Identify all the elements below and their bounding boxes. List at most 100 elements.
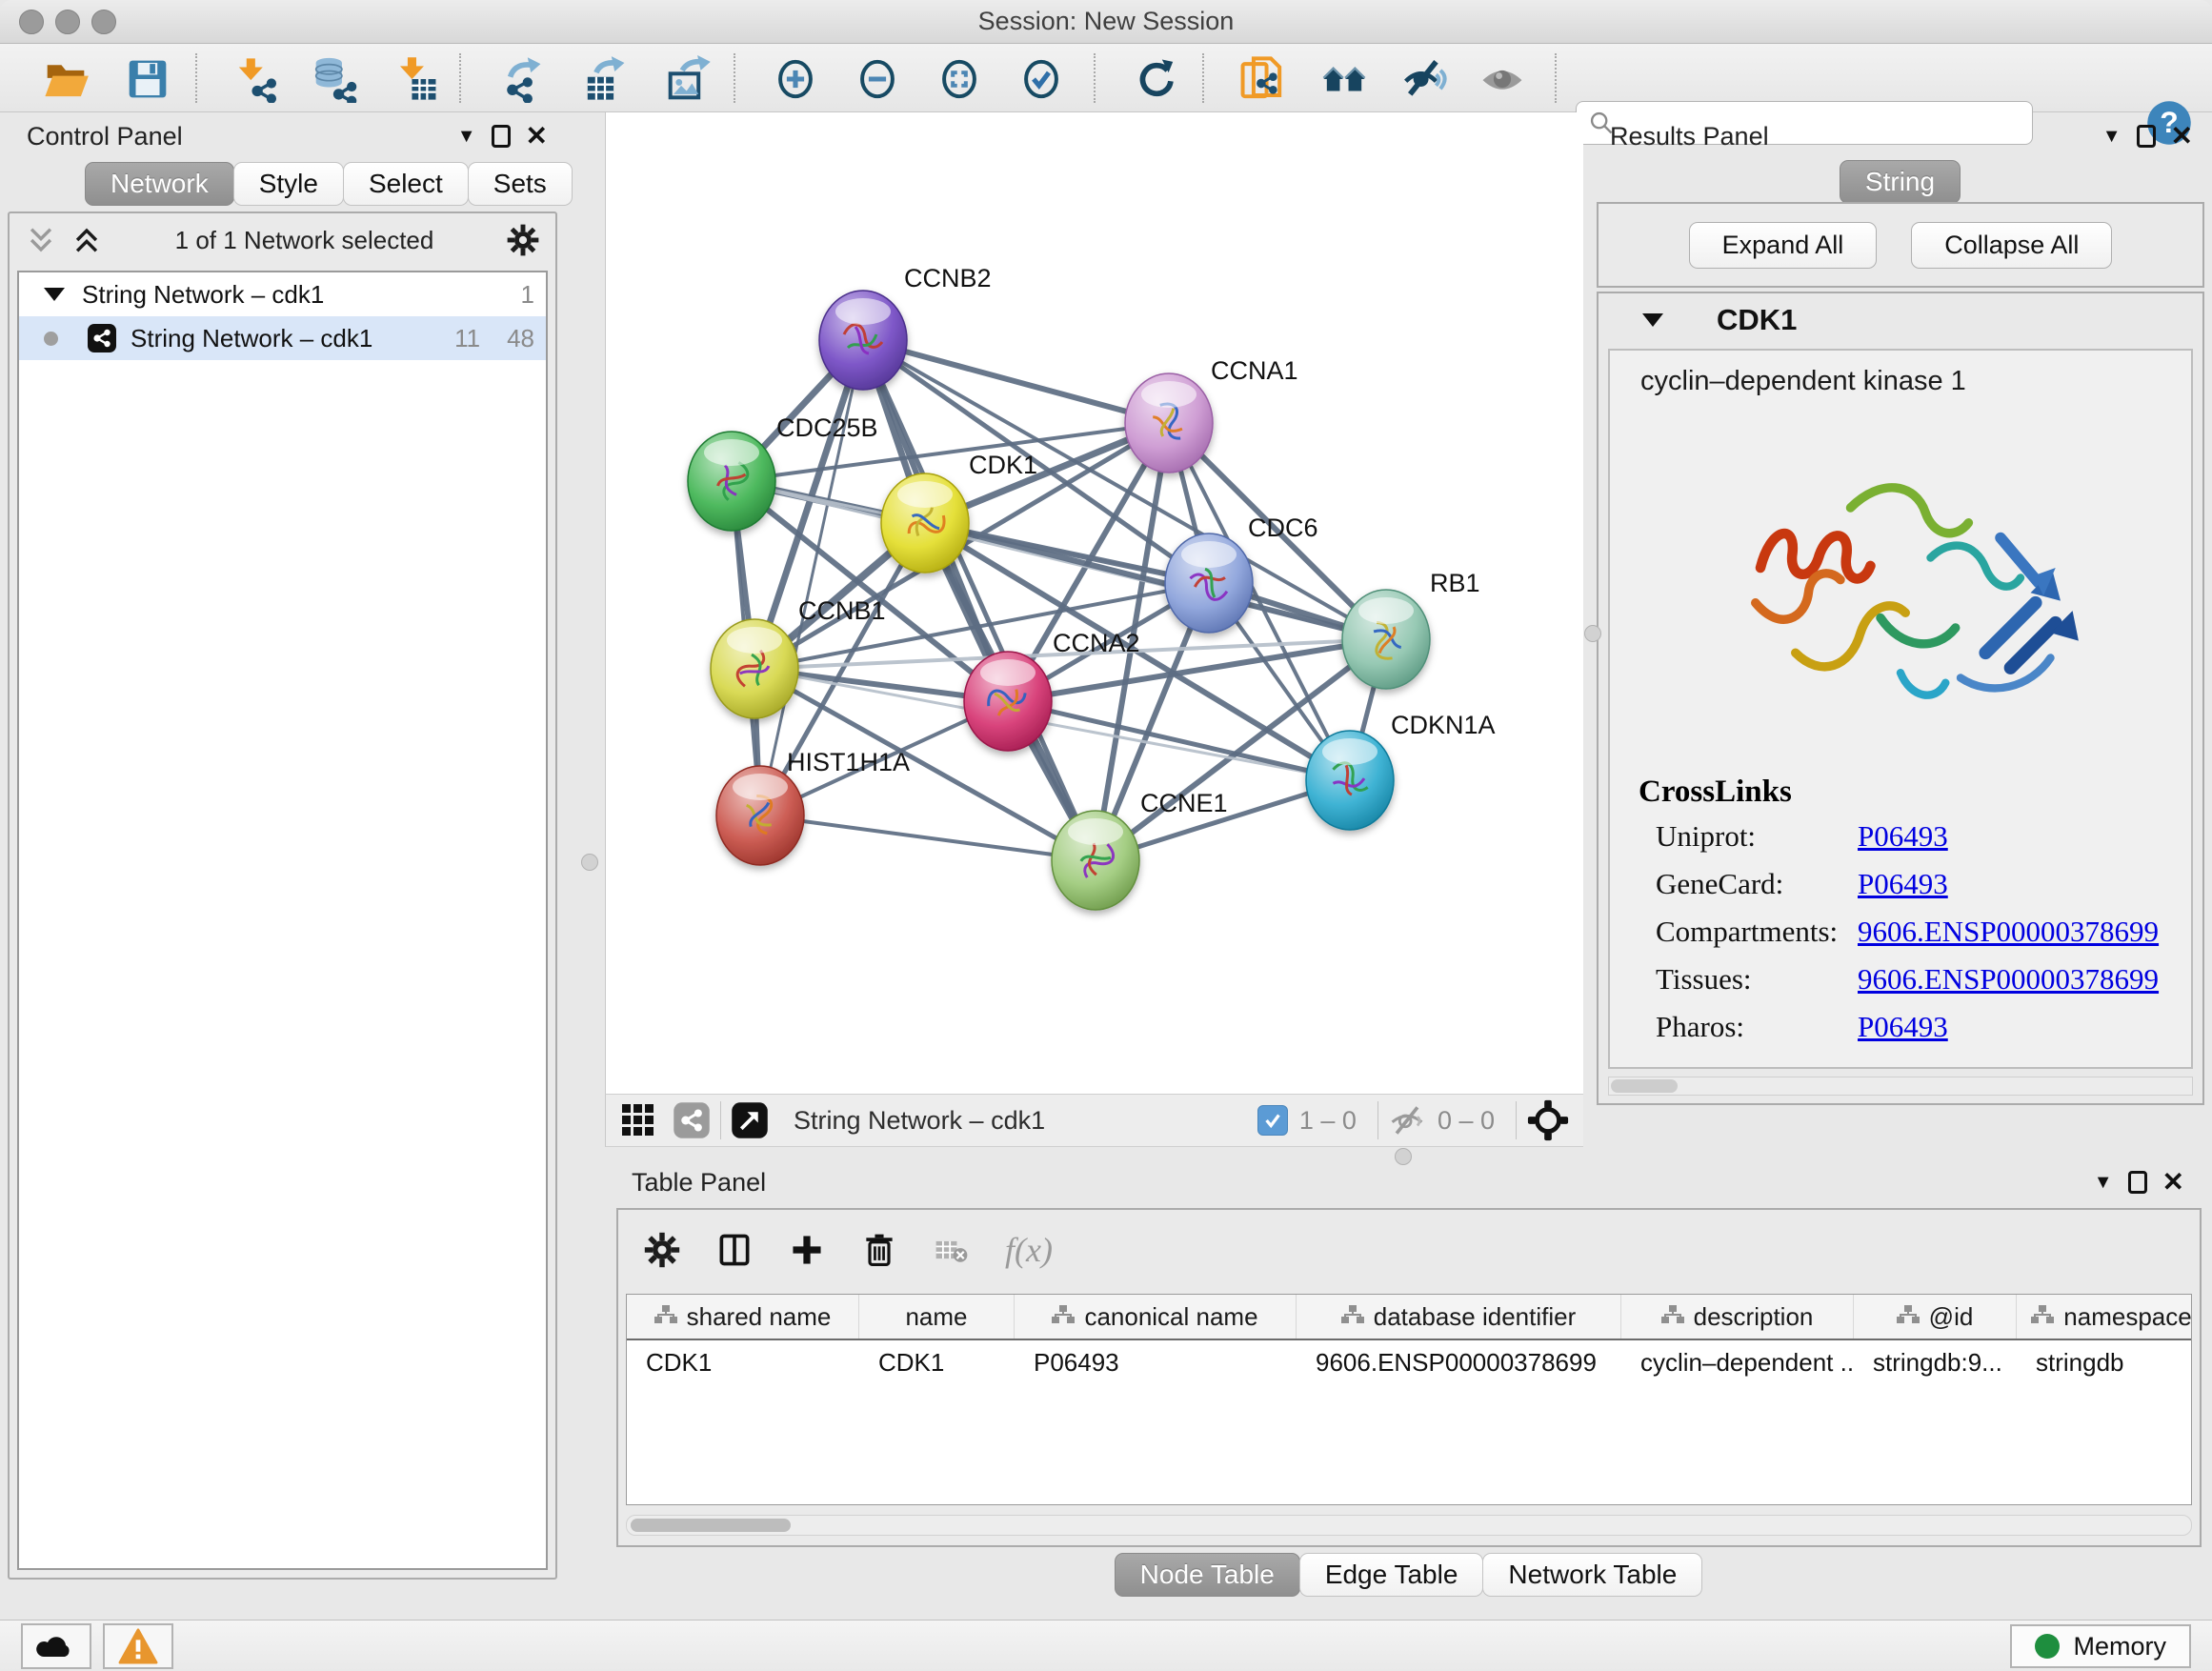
selected-checkbox[interactable] [1257, 1105, 1288, 1136]
table-cell[interactable]: stringdb [2017, 1348, 2192, 1378]
table-cell[interactable]: cyclin–dependent ... [1621, 1348, 1854, 1378]
crosslink-link[interactable]: P06493 [1858, 1010, 1948, 1043]
tab-sets[interactable]: Sets [468, 162, 573, 206]
tab-network[interactable]: Network [85, 162, 234, 206]
control-panel-float-button[interactable] [492, 125, 511, 148]
tab-edge-table[interactable]: Edge Table [1299, 1553, 1484, 1597]
network-node-CDC25B[interactable]: CDC25B [688, 413, 878, 531]
export-image-button[interactable] [661, 51, 716, 107]
expand-all-chevrons-icon[interactable] [70, 224, 103, 256]
apply-layout-button[interactable] [1128, 51, 1183, 107]
table-cell[interactable]: CDK1 [859, 1348, 1015, 1378]
cloud-status-button[interactable] [21, 1623, 91, 1669]
left-splitter-handle[interactable] [581, 854, 598, 871]
create-column-plus-icon[interactable] [788, 1231, 826, 1269]
crosslink-link[interactable]: 9606.ENSP00000378699 [1858, 915, 2159, 948]
close-window-button[interactable] [19, 10, 44, 34]
clone-network-button[interactable] [1235, 51, 1290, 107]
minimize-window-button[interactable] [55, 10, 80, 34]
table-horizontal-scrollbar[interactable] [626, 1515, 2192, 1536]
crosslink-link[interactable]: P06493 [1858, 819, 1948, 853]
scrollbar-thumb[interactable] [631, 1519, 791, 1532]
network-node-CCNB1[interactable]: CCNB1 [711, 596, 886, 718]
collapse-all-button[interactable]: Collapse All [1911, 222, 2112, 269]
cdk1-collapse-triangle-icon[interactable] [1642, 313, 1663, 327]
scrollbar-thumb[interactable] [1611, 1079, 1678, 1093]
network-edge[interactable] [760, 815, 1096, 860]
network-collection-row[interactable]: String Network – cdk1 1 [19, 272, 546, 316]
column-header-shared-name[interactable]: shared name [627, 1295, 859, 1339]
results-panel-close-button[interactable]: ✕ [2171, 123, 2193, 150]
refresh-icon [1132, 55, 1179, 103]
import-network-button[interactable] [229, 51, 284, 107]
toolbar-separator [1202, 53, 1204, 103]
table-panel-float-button[interactable] [2128, 1171, 2147, 1194]
network-edge[interactable] [863, 340, 1096, 860]
detach-view-icon[interactable] [731, 1101, 769, 1139]
network-row[interactable]: String Network – cdk1 11 48 [19, 316, 546, 360]
column-header-namespace[interactable]: namespace [2017, 1295, 2192, 1339]
table-row[interactable]: CDK1CDK1P064939606.ENSP00000378699cyclin… [627, 1340, 2191, 1384]
tab-style[interactable]: Style [233, 162, 344, 206]
tab-string[interactable]: String [1840, 160, 1961, 204]
network-node-CDKN1A[interactable]: CDKN1A [1306, 711, 1496, 830]
collapse-triangle-icon[interactable] [44, 288, 65, 301]
column-header-database-identifier[interactable]: database identifier [1297, 1295, 1621, 1339]
show-glass-panels-button[interactable] [1475, 51, 1530, 107]
table-panel-menu-button[interactable]: ▼ [2094, 1172, 2113, 1194]
network-view-share-icon[interactable] [673, 1101, 711, 1139]
column-header-description[interactable]: description [1621, 1295, 1854, 1339]
delete-column-trash-icon[interactable] [860, 1231, 898, 1269]
collapse-all-chevrons-icon[interactable] [25, 224, 57, 256]
save-session-button[interactable] [120, 51, 175, 107]
hide-glass-panels-button[interactable] [1397, 51, 1452, 107]
network-node-CCNE1[interactable]: CCNE1 [1052, 789, 1228, 910]
network-options-gear-icon[interactable] [506, 223, 540, 257]
birds-eye-crosshair-icon[interactable] [1526, 1098, 1570, 1142]
table-panel-close-button[interactable]: ✕ [2162, 1169, 2184, 1196]
results-panel-float-button[interactable] [2137, 125, 2156, 148]
results-horizontal-scrollbar[interactable] [1608, 1077, 2193, 1096]
network-canvas[interactable]: CCNB2CCNA1CDC25BCDK1CDC6RB1CCNB1CCNA2CDK… [605, 112, 1583, 1094]
column-header-canonical-name[interactable]: canonical name [1015, 1295, 1297, 1339]
expand-all-button[interactable]: Expand All [1689, 222, 1878, 269]
control-panel-menu-button[interactable]: ▼ [457, 126, 476, 148]
export-table-button[interactable] [577, 51, 633, 107]
control-panel-close-button[interactable]: ✕ [526, 123, 548, 150]
crosslink-link[interactable]: 9606.ENSP00000378699 [1858, 962, 2159, 996]
right-splitter-handle[interactable] [1584, 625, 1601, 642]
memory-button[interactable]: Memory [2010, 1624, 2191, 1668]
column-header-name[interactable]: name [859, 1295, 1015, 1339]
table-options-gear-icon[interactable] [643, 1231, 681, 1269]
grid-view-icon[interactable] [619, 1101, 657, 1139]
tab-select[interactable]: Select [343, 162, 469, 206]
crosslink-link[interactable]: P06493 [1858, 867, 1948, 900]
column-header-@id[interactable]: @id [1854, 1295, 2017, 1339]
zoom-out-button[interactable] [850, 51, 905, 107]
zoom-window-button[interactable] [91, 10, 116, 34]
zoom-selected-button[interactable] [1014, 51, 1069, 107]
import-network-from-database-button[interactable] [307, 51, 362, 107]
warnings-button[interactable] [103, 1623, 173, 1669]
network-edge[interactable] [863, 340, 1169, 423]
network-node-CCNA1[interactable]: CCNA1 [1125, 356, 1298, 473]
bottom-splitter-handle[interactable] [1395, 1148, 1412, 1165]
export-network-button[interactable] [493, 51, 549, 107]
table-cell[interactable]: CDK1 [627, 1348, 859, 1378]
table-cell[interactable]: 9606.ENSP00000378699 [1297, 1348, 1621, 1378]
tab-network-table[interactable]: Network Table [1482, 1553, 1702, 1597]
network-node-RB1[interactable]: RB1 [1342, 569, 1480, 689]
open-session-button[interactable] [38, 51, 93, 107]
network-edge[interactable] [1008, 701, 1350, 780]
tab-node-table[interactable]: Node Table [1115, 1553, 1300, 1597]
show-all-networks-button[interactable] [1317, 51, 1372, 107]
table-cell[interactable]: P06493 [1015, 1348, 1297, 1378]
table-cell[interactable]: stringdb:9... [1854, 1348, 2017, 1378]
network-edge[interactable] [760, 340, 863, 815]
zoom-fit-button[interactable] [932, 51, 987, 107]
import-table-button[interactable] [389, 51, 444, 107]
results-panel-menu-button[interactable]: ▼ [2102, 126, 2122, 148]
show-columns-icon[interactable] [715, 1231, 754, 1269]
zoom-in-button[interactable] [768, 51, 823, 107]
network-node-HIST1H1A[interactable]: HIST1H1A [716, 748, 910, 865]
